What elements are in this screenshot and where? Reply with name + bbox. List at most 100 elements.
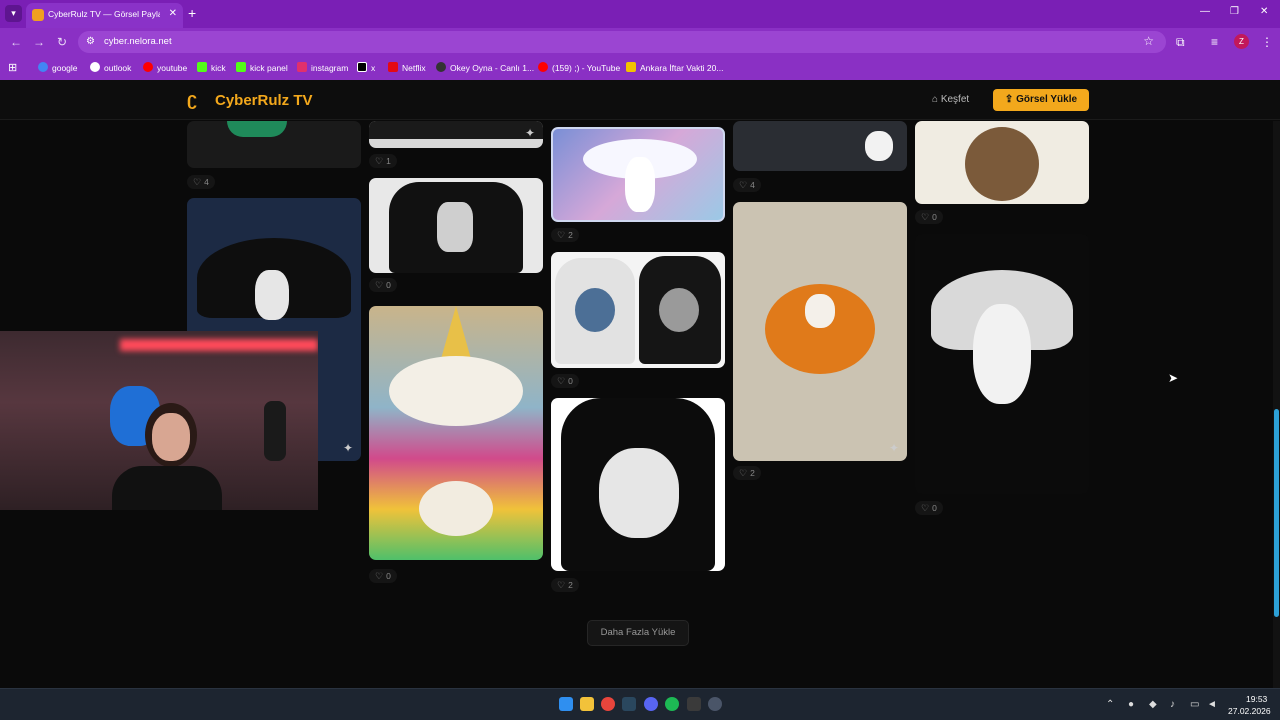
image-spider-cat: [419, 481, 493, 536]
tray-steam-icon[interactable]: ◆: [1149, 699, 1157, 710]
image-viking-cat-badge: [965, 127, 1039, 201]
nav-explore[interactable]: ⌂ Keşfet: [932, 94, 969, 105]
like-count[interactable]: ♡ 4: [733, 178, 761, 192]
image-cat-figure: [255, 270, 289, 320]
apps-grid-icon[interactable]: ⊞: [8, 61, 17, 74]
like-count[interactable]: ♡ 0: [915, 501, 943, 515]
discord-icon[interactable]: [644, 697, 658, 711]
upload-image-button[interactable]: ⇪ Görsel Yükle: [993, 89, 1089, 111]
bookmark-netflix[interactable]: Netflix: [388, 62, 426, 73]
browser-tab-active[interactable]: CyberRulz TV — Görsel Paylaşım ✕: [26, 3, 183, 28]
gallery-image-card[interactable]: [551, 398, 725, 571]
page-scrollbar[interactable]: [1273, 121, 1280, 688]
outlook-icon: [90, 62, 100, 72]
bookmark-kick-panel[interactable]: kick panel: [236, 62, 288, 73]
close-tab-icon[interactable]: ✕: [169, 8, 177, 19]
media-controls-icon[interactable]: ≡: [1211, 35, 1218, 49]
site-info-icon[interactable]: ⚙: [86, 36, 95, 47]
gallery-image-card[interactable]: [551, 127, 725, 222]
heart-icon: ♡: [557, 376, 566, 386]
tab-title: CyberRulz TV — Görsel Paylaşım: [48, 9, 160, 19]
instagram-icon: [297, 62, 307, 72]
gallery-image-card[interactable]: [915, 234, 1089, 494]
minimize-icon[interactable]: —: [1200, 6, 1210, 17]
gallery-image-card[interactable]: [551, 252, 725, 368]
file-explorer-icon[interactable]: [580, 697, 594, 711]
obs-icon[interactable]: [687, 697, 701, 711]
webcam-person-face: [152, 413, 190, 461]
webcam-overlay: [0, 331, 318, 510]
iftar-icon: [626, 62, 636, 72]
heart-icon: ♡: [375, 280, 384, 290]
spotify-icon[interactable]: [665, 697, 679, 711]
volume-icon[interactable]: ◄: [1207, 699, 1217, 710]
google-icon: [38, 62, 48, 72]
like-count[interactable]: ♡ 2: [551, 228, 579, 242]
clock-date[interactable]: 27.02.2026: [1228, 706, 1271, 716]
like-count[interactable]: ♡ 0: [369, 278, 397, 292]
load-more-button[interactable]: Daha Fazla Yükle: [587, 620, 689, 646]
gallery-image-card[interactable]: [915, 121, 1089, 204]
home-icon: ⌂: [932, 94, 941, 105]
bookmark-x[interactable]: x: [357, 62, 375, 73]
scrollbar-thumb[interactable]: [1274, 409, 1279, 617]
like-count[interactable]: ♡ 1: [369, 154, 397, 168]
site-logo-text[interactable]: CyberRulz TV: [215, 92, 313, 109]
gallery-image-card[interactable]: [733, 121, 907, 171]
bookmark-okey[interactable]: Okey Oyna - Canlı 1...: [436, 62, 534, 73]
cyberrulz-logo-icon[interactable]: ʗ: [187, 88, 209, 110]
bookmark-instagram[interactable]: instagram: [297, 62, 348, 73]
bookmark-star-icon[interactable]: ☆: [1143, 34, 1154, 48]
gallery-image-card[interactable]: [187, 121, 361, 168]
gallery-image-card[interactable]: [369, 306, 543, 560]
close-window-icon[interactable]: ✕: [1260, 6, 1268, 17]
bookmark-google[interactable]: google: [38, 62, 78, 73]
back-icon[interactable]: ←: [10, 35, 22, 49]
heart-icon: ♡: [193, 177, 202, 187]
gallery-image-card[interactable]: ✦: [733, 202, 907, 461]
kick-icon: [197, 62, 207, 72]
restore-icon[interactable]: ❐: [1230, 6, 1239, 17]
heart-icon: ♡: [921, 212, 930, 222]
reload-icon[interactable]: ↻: [57, 35, 67, 49]
like-count[interactable]: ♡ 2: [551, 578, 579, 592]
image-black-shirt: [369, 121, 543, 139]
browser-tab-strip: ▾ CyberRulz TV — Görsel Paylaşım ✕ + — ❐…: [0, 0, 1280, 28]
bookmark-youtube-2[interactable]: (159) ;) - YouTube: [538, 62, 620, 73]
browser-menu-icon[interactable]: ⋮: [1261, 35, 1273, 49]
image-serpent-patch: [227, 121, 287, 137]
like-count[interactable]: ♡ 0: [915, 210, 943, 224]
forward-icon[interactable]: →: [33, 35, 45, 49]
microphone-icon[interactable]: ♪: [1170, 699, 1175, 710]
bookmark-kick[interactable]: kick: [197, 62, 226, 73]
settings-icon[interactable]: [708, 697, 722, 711]
like-count[interactable]: ♡ 0: [551, 374, 579, 388]
bookmark-ankara-iftar[interactable]: Ankara İftar Vakti 20...: [626, 62, 723, 73]
tab-search-button[interactable]: ▾: [5, 5, 22, 22]
windows-start-icon[interactable]: [559, 697, 573, 711]
clock-time[interactable]: 19:53: [1246, 694, 1267, 704]
tray-app-icon[interactable]: ●: [1128, 699, 1134, 710]
network-icon[interactable]: ▭: [1190, 699, 1199, 710]
new-tab-icon[interactable]: +: [188, 5, 196, 21]
like-count[interactable]: ♡ 4: [187, 175, 215, 189]
bookmark-outlook[interactable]: outlook: [90, 62, 131, 73]
like-count[interactable]: ♡ 2: [733, 466, 761, 480]
browser-toolbar: ← → ↻ ⚙ cyber.nelora.net ☆ ⧉ ≡ ⋮: [0, 28, 1280, 56]
heart-icon: ♡: [739, 468, 748, 478]
gallery-image-card[interactable]: [369, 178, 543, 273]
bookmark-youtube[interactable]: youtube: [143, 62, 187, 73]
image-sphinx-cat: [599, 448, 679, 538]
image-phoenix-cat: [805, 294, 835, 328]
chrome-icon[interactable]: [601, 697, 615, 711]
image-print-right: [659, 288, 699, 332]
extensions-icon[interactable]: ⧉: [1176, 35, 1185, 50]
address-bar[interactable]: ⚙ cyber.nelora.net ☆: [78, 31, 1166, 53]
tray-overflow-icon[interactable]: ⌃: [1106, 699, 1114, 710]
steam-icon[interactable]: [622, 697, 636, 711]
bookmarks-bar: ⊞ google outlook youtube kick kick panel…: [0, 56, 1280, 80]
gallery-image-card[interactable]: ✦: [369, 121, 543, 148]
profile-avatar[interactable]: Z: [1234, 34, 1249, 49]
like-count[interactable]: ♡ 0: [369, 569, 397, 583]
heart-icon: ♡: [375, 156, 384, 166]
